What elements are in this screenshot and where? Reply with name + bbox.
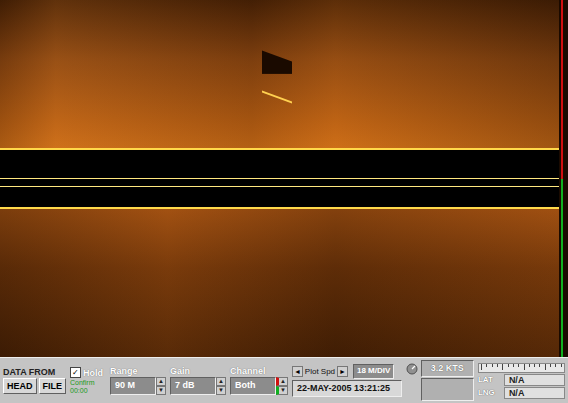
spinner-group: ChannelBoth▲▼ xyxy=(230,360,288,401)
sonar-window: DATA FROMHEADFILE✓HoldConfirm00:00Range9… xyxy=(0,0,568,403)
spinner-field[interactable]: Both xyxy=(230,377,276,395)
plot-prev-button[interactable]: ◄ xyxy=(292,366,303,377)
spinner-arrows[interactable]: ▲▼ xyxy=(216,377,226,395)
plot-group: ◄Plot Spd► 18 M/DIV22-MAY-2005 13:21:25 xyxy=(292,360,402,401)
plot-speed-field: 18 M/DIV xyxy=(353,364,394,379)
speed-gauge-icon xyxy=(406,363,418,375)
port-channel xyxy=(0,0,559,148)
position-row: LNGN/A xyxy=(478,387,565,399)
water-column xyxy=(0,148,559,209)
spinner-label: Range xyxy=(110,366,166,376)
speed-field: 3.2 KTS xyxy=(421,360,474,377)
checkbox-box[interactable]: ✓ xyxy=(70,367,81,378)
datetime-field: 22-MAY-2005 13:21:25 xyxy=(292,380,402,397)
scale-ruler xyxy=(478,363,565,373)
source-button[interactable]: FILE xyxy=(39,378,67,394)
channel-marker xyxy=(561,0,563,179)
channel-strip xyxy=(559,0,568,357)
data-from-label: DATA FROM xyxy=(3,367,66,377)
sonar-target xyxy=(262,51,292,104)
spinner-field[interactable]: 90 M xyxy=(110,377,156,395)
spinner-label: Channel xyxy=(230,366,288,376)
starboard-channel xyxy=(0,209,559,357)
hold-checkbox[interactable]: ✓Hold xyxy=(70,367,106,378)
spinner-field[interactable]: 7 dB xyxy=(170,377,216,395)
spinner-group: Range90 M▲▼ xyxy=(110,360,166,401)
spinner-group: Gain7 dB▲▼ xyxy=(170,360,226,401)
plot-next-button[interactable]: ► xyxy=(337,366,348,377)
plot-speed-label: Plot Spd xyxy=(305,367,335,376)
speed-extra-field xyxy=(421,378,474,401)
spinner-label: Gain xyxy=(170,366,226,376)
sonar-display xyxy=(0,0,568,357)
sonar-image xyxy=(0,0,559,357)
source-button[interactable]: HEAD xyxy=(3,378,37,394)
toolbar: DATA FROMHEADFILE✓HoldConfirm00:00Range9… xyxy=(0,357,568,403)
position-row: LATN/A xyxy=(478,374,565,386)
speed-group: 3.2 KTS xyxy=(406,360,474,401)
channel-marker xyxy=(561,179,563,358)
position-group: LATN/ALNGN/A xyxy=(478,360,565,401)
data-from-group: DATA FROMHEADFILE xyxy=(3,360,66,401)
hold-group: ✓HoldConfirm00:00 xyxy=(70,360,106,401)
spinner-arrows[interactable]: ▲▼ xyxy=(276,377,288,395)
status-text: 00:00 xyxy=(70,387,106,394)
status-text: Confirm xyxy=(70,379,106,386)
spinner-arrows[interactable]: ▲▼ xyxy=(156,377,166,395)
